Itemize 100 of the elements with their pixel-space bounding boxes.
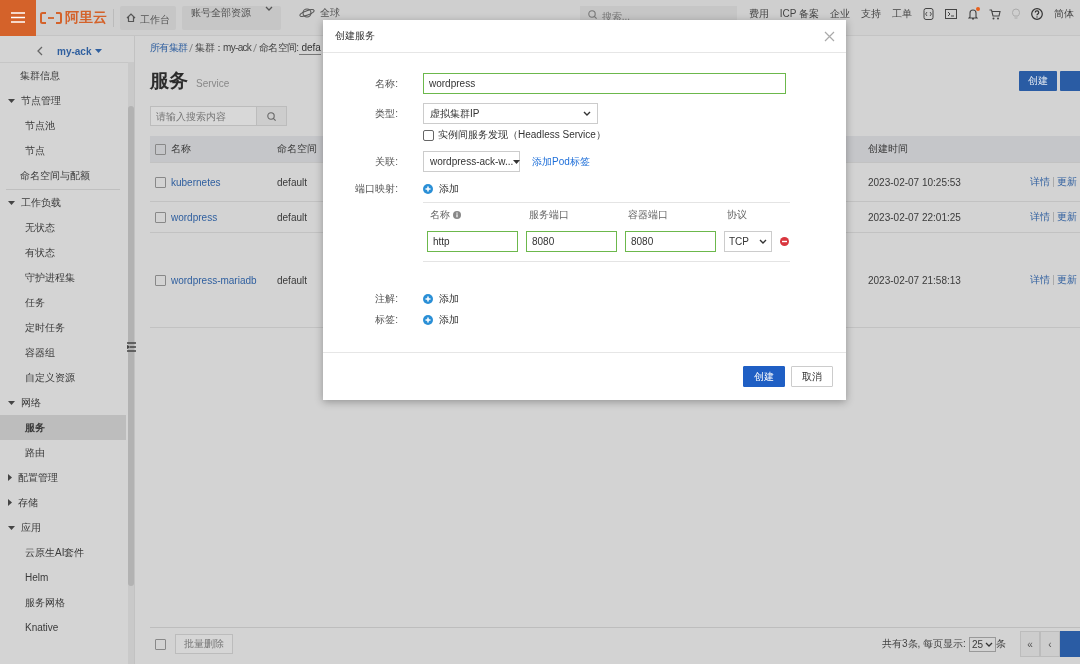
type-dropdown[interactable]: 虚拟集群IP (423, 103, 598, 124)
action-link[interactable]: 详情 (1030, 275, 1054, 285)
add-button[interactable]: 添加 (423, 183, 790, 195)
add-button[interactable]: 添加 (423, 293, 786, 305)
container-port-input[interactable]: 8080 (625, 230, 716, 252)
sidebar-item[interactable]: 自定义资源 (0, 365, 126, 390)
checkbox[interactable] (155, 274, 166, 286)
logo-text: 阿里云 (65, 8, 107, 27)
back-icon[interactable] (37, 46, 43, 56)
dialog-title: 创建服务 (335, 29, 375, 43)
service-port-input[interactable]: 8080 (526, 230, 617, 252)
table-cell: 2023-02-07 22:01:25 (868, 211, 961, 223)
nav-link[interactable]: 费用 (748, 7, 769, 21)
help-icon[interactable] (1031, 8, 1043, 20)
close-icon (824, 30, 835, 42)
search-button[interactable] (257, 106, 287, 126)
home-icon (126, 12, 136, 22)
sidebar-item[interactable]: 节点池 (0, 113, 126, 138)
lightbulb-icon[interactable] (1012, 8, 1020, 20)
association-dropdown[interactable]: wordpress-ack-w... (423, 151, 520, 172)
protocol-dropdown[interactable]: TCP (724, 230, 772, 252)
action-link[interactable]: 更新 (1054, 177, 1080, 187)
sidebar-item[interactable]: 配置管理 (0, 465, 126, 490)
caret-right-icon (8, 499, 12, 506)
search-input[interactable]: 请输入搜索内容 (150, 106, 257, 126)
field-label: 名称: (374, 77, 398, 91)
sidebar-item[interactable]: 定时任务 (0, 315, 126, 340)
workbench-button[interactable]: 工作台 (120, 5, 176, 30)
remove-icon[interactable] (780, 236, 789, 246)
column-header: 协议 (726, 207, 748, 222)
plus-circle-icon (423, 315, 433, 325)
breadcrumb-link[interactable]: 所有集群 (150, 41, 188, 55)
sidebar-item[interactable]: 服务 (0, 415, 126, 440)
action-link[interactable]: 更新 (1054, 275, 1080, 285)
caret-down-icon (8, 525, 15, 530)
sidebar-item[interactable]: 服务网格 (0, 590, 126, 615)
sidebar-item[interactable]: 守护进程集 (0, 265, 126, 290)
code-icon[interactable] (923, 8, 934, 20)
sidebar-item[interactable]: 有状态 (0, 240, 126, 265)
page-size-select[interactable]: 25 (968, 636, 996, 652)
terminal-icon[interactable] (945, 9, 957, 19)
sidebar-item[interactable]: 集群信息 (0, 63, 126, 88)
field-label: 关联: (374, 155, 398, 169)
region-selector[interactable]: 全球 (299, 6, 340, 20)
nav-link[interactable]: 工单 (892, 7, 912, 21)
plus-circle-icon (423, 294, 433, 304)
service-name-link[interactable]: wordpress (171, 211, 218, 223)
column-header: 名称 (171, 142, 191, 156)
sidebar-item[interactable]: 路由 (0, 440, 126, 465)
action-link[interactable]: 更新 (1054, 212, 1080, 222)
sidebar-item[interactable]: 任务 (0, 290, 126, 315)
checkbox[interactable] (423, 129, 434, 141)
prev-page-button[interactable]: ‹ (1040, 631, 1060, 657)
sidebar-item[interactable]: 节点 (0, 138, 126, 163)
sidebar-item[interactable]: 应用 (0, 515, 126, 540)
nav-link[interactable]: 企业 (830, 7, 850, 21)
menu-button[interactable] (0, 0, 36, 36)
checkbox[interactable] (155, 211, 166, 223)
sidebar-item[interactable]: 无状态 (0, 215, 126, 240)
sidebar-item[interactable]: 工作负载 (0, 190, 126, 215)
sidebar-item[interactable]: Helm (0, 565, 126, 590)
nav-link[interactable]: 支持 (861, 7, 881, 21)
add-button[interactable]: 添加 (423, 314, 786, 326)
logo-icon (40, 11, 62, 24)
column-header: 名称 (430, 207, 450, 222)
checkbox-label: 实例间服务发现（Headless Service） (438, 128, 606, 142)
sidebar-item[interactable]: Knative (0, 615, 126, 640)
sidebar-item[interactable]: 网络 (0, 390, 126, 415)
field-label: 注解: (374, 293, 398, 305)
sidebar-item[interactable]: 存储 (0, 490, 126, 515)
checkbox[interactable] (155, 176, 166, 188)
close-button[interactable] (824, 30, 835, 42)
service-name-link[interactable]: wordpress-mariadb (171, 274, 257, 286)
checkbox[interactable] (155, 143, 166, 155)
bell-icon[interactable] (968, 8, 978, 20)
sidebar-item[interactable]: 节点管理 (0, 88, 126, 113)
cancel-button[interactable]: 取消 (791, 366, 833, 387)
action-link[interactable]: 详情 (1030, 212, 1054, 222)
cart-icon[interactable] (989, 8, 1001, 20)
create-button[interactable]: 创建 (743, 366, 785, 387)
search-icon (587, 10, 597, 19)
table-cell: default (277, 176, 308, 188)
action-link[interactable]: 详情 (1030, 177, 1054, 187)
checkbox[interactable] (155, 638, 166, 650)
resources-dropdown[interactable]: 账号全部资源 (182, 5, 281, 30)
namespace-select[interactable]: defa (299, 41, 321, 55)
column-header: 创建时间 (868, 142, 908, 156)
info-icon (453, 210, 461, 219)
name-input[interactable]: wordpress (423, 73, 786, 94)
first-page-button[interactable]: « (1020, 631, 1040, 657)
add-label-link[interactable]: 添加Pod标签 (532, 154, 590, 169)
sidebar-item[interactable]: 命名空间与配额 (0, 163, 126, 188)
language-link[interactable]: 简体 (1054, 7, 1074, 21)
cluster-selector[interactable]: my-ack (57, 45, 103, 57)
sidebar-item[interactable]: 容器组 (0, 340, 126, 365)
service-name-link[interactable]: kubernetes (171, 176, 221, 188)
port-name-input[interactable]: http (427, 230, 518, 252)
sidebar-item[interactable]: 云原生AI套件 (0, 540, 126, 565)
nav-link[interactable]: ICP 备案 (779, 7, 819, 21)
create-button[interactable]: 创建 (1019, 71, 1057, 91)
